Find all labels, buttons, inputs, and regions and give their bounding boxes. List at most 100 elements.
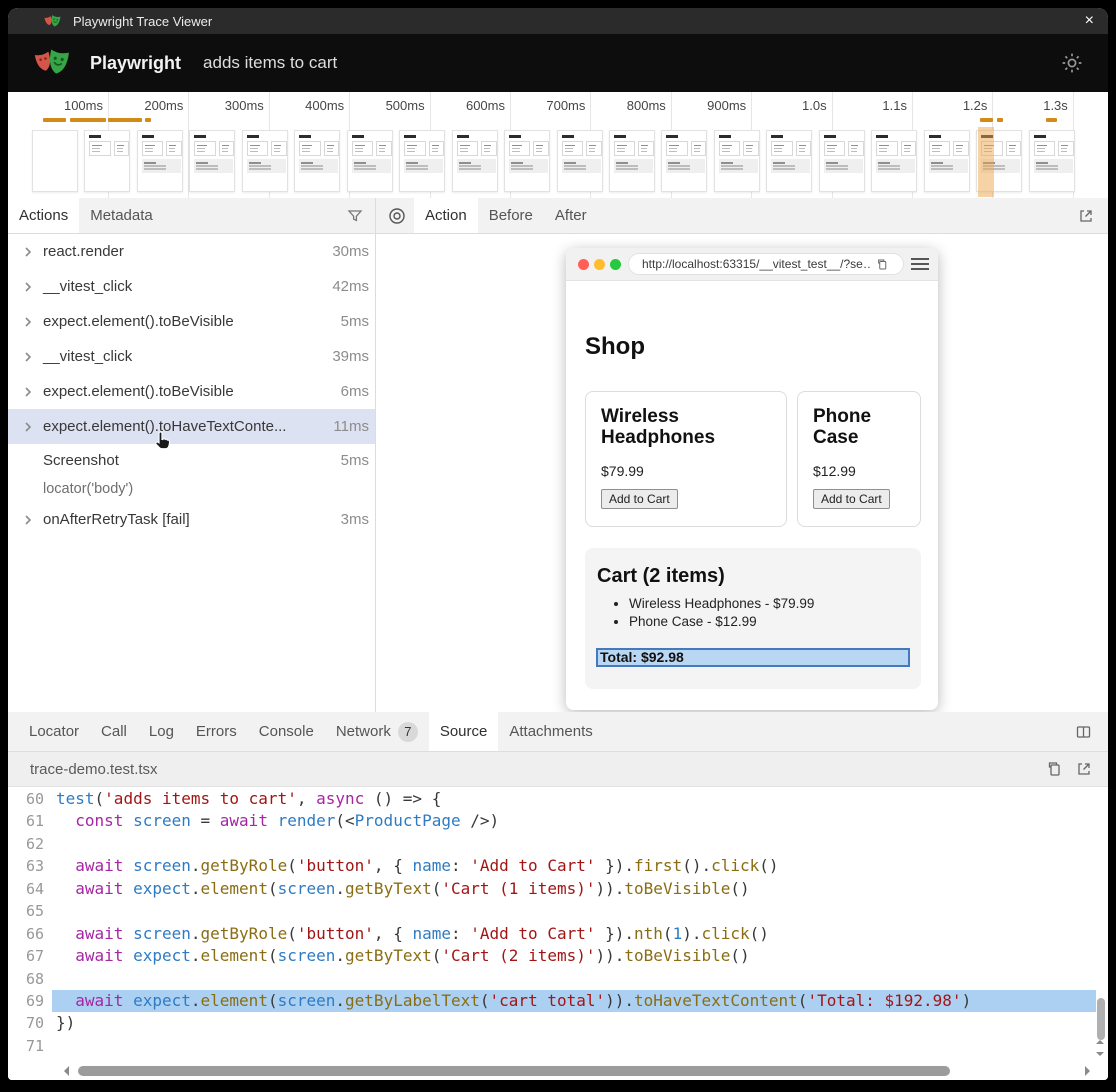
thumb-line bbox=[536, 145, 543, 147]
scroll-left-arrow-icon[interactable] bbox=[64, 1066, 69, 1076]
open-snapshot-external-icon[interactable] bbox=[1078, 208, 1094, 224]
vertical-scrollbar-thumb[interactable] bbox=[1097, 998, 1105, 1040]
action-row[interactable]: expect.element().toBeVisible5ms bbox=[8, 304, 375, 339]
tab-action[interactable]: Action bbox=[414, 198, 478, 233]
thumb-line bbox=[379, 145, 386, 147]
tab-errors[interactable]: Errors bbox=[185, 712, 248, 751]
timeline-duration-bar bbox=[145, 118, 151, 122]
chevron-right-icon[interactable] bbox=[22, 421, 34, 433]
chevron-right-icon[interactable] bbox=[22, 281, 34, 293]
tab-call[interactable]: Call bbox=[90, 712, 138, 751]
horizontal-scrollbar[interactable] bbox=[8, 1064, 1108, 1079]
action-row[interactable]: __vitest_click39ms bbox=[8, 339, 375, 374]
action-row[interactable]: __vitest_click42ms bbox=[8, 269, 375, 304]
timeline-tick-label: 700ms bbox=[510, 98, 585, 113]
timeline-tick-label: 1.3s bbox=[993, 98, 1068, 113]
timeline-thumbnail[interactable] bbox=[924, 130, 970, 192]
tab-locator[interactable]: Locator bbox=[18, 712, 90, 751]
timeline-thumbnail[interactable] bbox=[557, 130, 603, 192]
timeline-thumbnail[interactable] bbox=[766, 130, 812, 192]
thumb-line bbox=[354, 168, 376, 170]
timeline-thumbnail[interactable] bbox=[504, 130, 550, 192]
thumb-card bbox=[533, 141, 549, 156]
thumb-line bbox=[851, 151, 857, 153]
chevron-right-icon[interactable] bbox=[22, 351, 34, 363]
tab-metadata[interactable]: Metadata bbox=[79, 198, 164, 233]
thumb-line bbox=[354, 162, 366, 164]
timeline-thumbnail[interactable] bbox=[137, 130, 183, 192]
thumb-line bbox=[564, 165, 586, 167]
tab-network[interactable]: Network7 bbox=[325, 712, 429, 751]
close-icon[interactable]: × bbox=[1085, 8, 1094, 34]
code-line-60: 60test('adds items to cart', async () =>… bbox=[8, 788, 1108, 810]
timeline-thumbnail[interactable] bbox=[294, 130, 340, 192]
tab-attachments[interactable]: Attachments bbox=[498, 712, 603, 751]
timeline-thumbnail[interactable] bbox=[661, 130, 707, 192]
thumb-line bbox=[536, 148, 542, 150]
tab-before[interactable]: Before bbox=[478, 198, 544, 233]
action-row[interactable]: Screenshot5ms bbox=[8, 444, 375, 476]
timeline-thumbnail[interactable] bbox=[1029, 130, 1075, 192]
thumb-card bbox=[796, 141, 812, 156]
add-to-cart-button[interactable]: Add to Cart bbox=[601, 489, 678, 509]
timeline-thumbnail[interactable] bbox=[399, 130, 445, 192]
thumb-cards-row bbox=[929, 141, 969, 156]
tab-console[interactable]: Console bbox=[248, 712, 325, 751]
thumb-line bbox=[904, 151, 910, 153]
thumb-line bbox=[668, 168, 690, 170]
add-to-cart-button[interactable]: Add to Cart bbox=[813, 489, 890, 509]
vertical-scrollbar[interactable] bbox=[1094, 786, 1106, 1062]
scroll-right-arrow-icon[interactable] bbox=[1085, 1066, 1090, 1076]
action-row[interactable]: react.render30ms bbox=[8, 234, 375, 269]
settings-gear-icon[interactable] bbox=[1060, 51, 1084, 75]
scroll-up-arrow-icon[interactable] bbox=[1096, 1040, 1104, 1044]
timeline-thumbnail[interactable] bbox=[84, 130, 130, 192]
browser-snapshot-window: http://localhost:63315/__vitest_test__/?… bbox=[566, 248, 938, 710]
copy-source-icon[interactable] bbox=[1046, 761, 1062, 777]
timeline-thumbnail[interactable] bbox=[242, 130, 288, 192]
thumb-line bbox=[1037, 148, 1045, 150]
open-source-external-icon[interactable] bbox=[1076, 761, 1092, 777]
thumb-line bbox=[721, 168, 743, 170]
chevron-right-icon[interactable] bbox=[22, 246, 34, 258]
tab-after[interactable]: After bbox=[544, 198, 598, 233]
line-number: 68 bbox=[8, 968, 44, 990]
action-row[interactable]: expect.element().toHaveTextConte...11ms bbox=[8, 409, 375, 444]
timeline-thumbnail[interactable] bbox=[452, 130, 498, 192]
tab-actions[interactable]: Actions bbox=[8, 198, 79, 233]
chevron-right-icon[interactable] bbox=[22, 386, 34, 398]
copy-url-icon[interactable] bbox=[876, 258, 888, 271]
timeline-thumbnail[interactable] bbox=[609, 130, 655, 192]
timeline-thumbnail[interactable] bbox=[819, 130, 865, 192]
thumb-card bbox=[1058, 141, 1074, 156]
pick-locator-icon[interactable] bbox=[388, 207, 406, 225]
action-row[interactable]: onAfterRetryTask [fail]3ms bbox=[8, 502, 375, 537]
thumb-card bbox=[429, 141, 445, 156]
thumb-card bbox=[404, 141, 425, 156]
timeline-thumbnail[interactable] bbox=[714, 130, 760, 192]
thumb-line bbox=[274, 145, 281, 147]
timeline-thumbnail[interactable] bbox=[189, 130, 235, 192]
line-number: 65 bbox=[8, 900, 44, 922]
scrollbar-thumb[interactable] bbox=[78, 1066, 950, 1076]
thumb-cards-row bbox=[666, 141, 706, 156]
chevron-right-icon[interactable] bbox=[22, 514, 34, 526]
snapshot-page: Shop Wireless Headphones$79.99Add to Car… bbox=[566, 281, 938, 710]
cart-title: Cart (2 items) bbox=[597, 565, 921, 588]
filter-icon[interactable] bbox=[347, 208, 363, 224]
thumb-line bbox=[773, 162, 785, 164]
tab-log[interactable]: Log bbox=[138, 712, 185, 751]
action-row[interactable]: expect.element().toBeVisible6ms bbox=[8, 374, 375, 409]
timeline-thumbnail[interactable] bbox=[871, 130, 917, 192]
timeline-thumbnail[interactable] bbox=[32, 130, 78, 192]
scroll-down-arrow-icon[interactable] bbox=[1096, 1052, 1104, 1056]
timeline-strip[interactable]: 100ms200ms300ms400ms500ms600ms700ms800ms… bbox=[8, 92, 1108, 199]
thumb-line bbox=[827, 151, 835, 153]
thumb-line bbox=[799, 148, 805, 150]
tab-source[interactable]: Source bbox=[429, 712, 499, 751]
thumb-cart-block bbox=[352, 159, 391, 174]
cart-items-list: Wireless Headphones - $79.99Phone Case -… bbox=[585, 595, 921, 630]
timeline-thumbnail[interactable] bbox=[347, 130, 393, 192]
split-columns-icon[interactable] bbox=[1075, 724, 1092, 740]
chevron-right-icon[interactable] bbox=[22, 316, 34, 328]
